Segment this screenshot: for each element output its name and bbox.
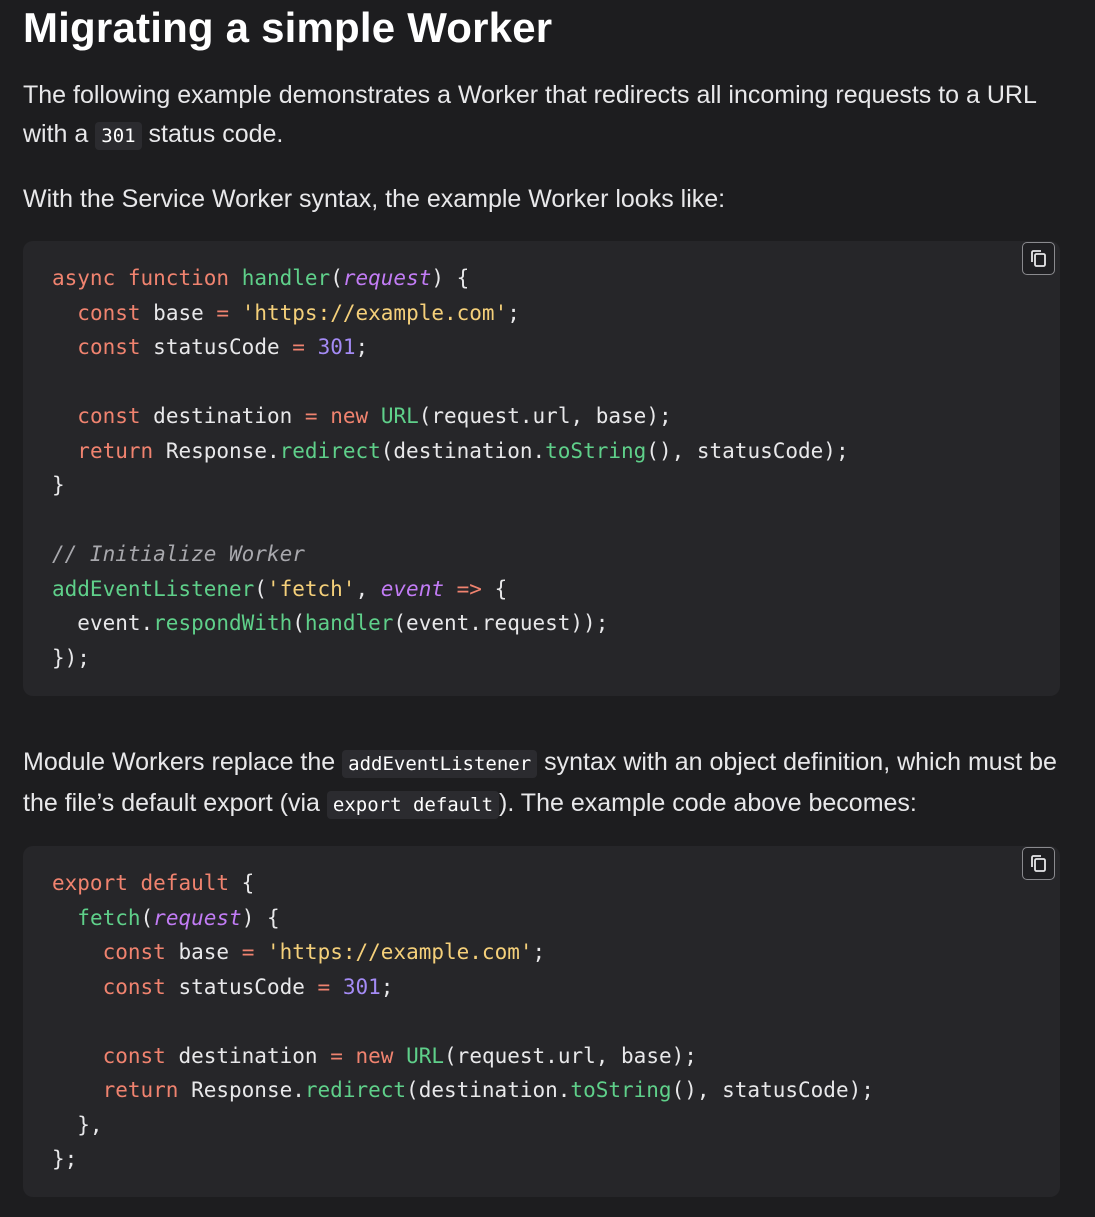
module-worker-code-block: export default { fetch(request) { const … xyxy=(23,846,1060,1197)
copy-code-button[interactable] xyxy=(1022,242,1055,275)
copy-code-button[interactable] xyxy=(1022,847,1055,880)
inline-code-301: 301 xyxy=(95,122,142,150)
module-worker-paragraph: Module Workers replace the addEventListe… xyxy=(23,743,1063,825)
code-listing: async function handler(request) { const … xyxy=(52,266,849,670)
module-text-1: Module Workers replace the xyxy=(23,748,336,776)
module-text-3: ). The example code above becomes: xyxy=(499,789,917,817)
inline-code-addeventlistener: addEventListener xyxy=(342,750,538,778)
page-title: Migrating a simple Worker xyxy=(23,4,553,51)
intro-text-end: status code. xyxy=(148,120,284,148)
copy-icon xyxy=(1031,855,1046,872)
copy-icon xyxy=(1031,250,1046,267)
inline-code-export-default: export default xyxy=(326,791,500,819)
service-worker-paragraph: With the Service Worker syntax, the exam… xyxy=(23,185,726,213)
code-listing: export default { fetch(request) { const … xyxy=(52,871,874,1171)
service-worker-code-block: async function handler(request) { const … xyxy=(23,241,1060,696)
intro-paragraph: The following example demonstrates a Wor… xyxy=(23,76,1063,156)
